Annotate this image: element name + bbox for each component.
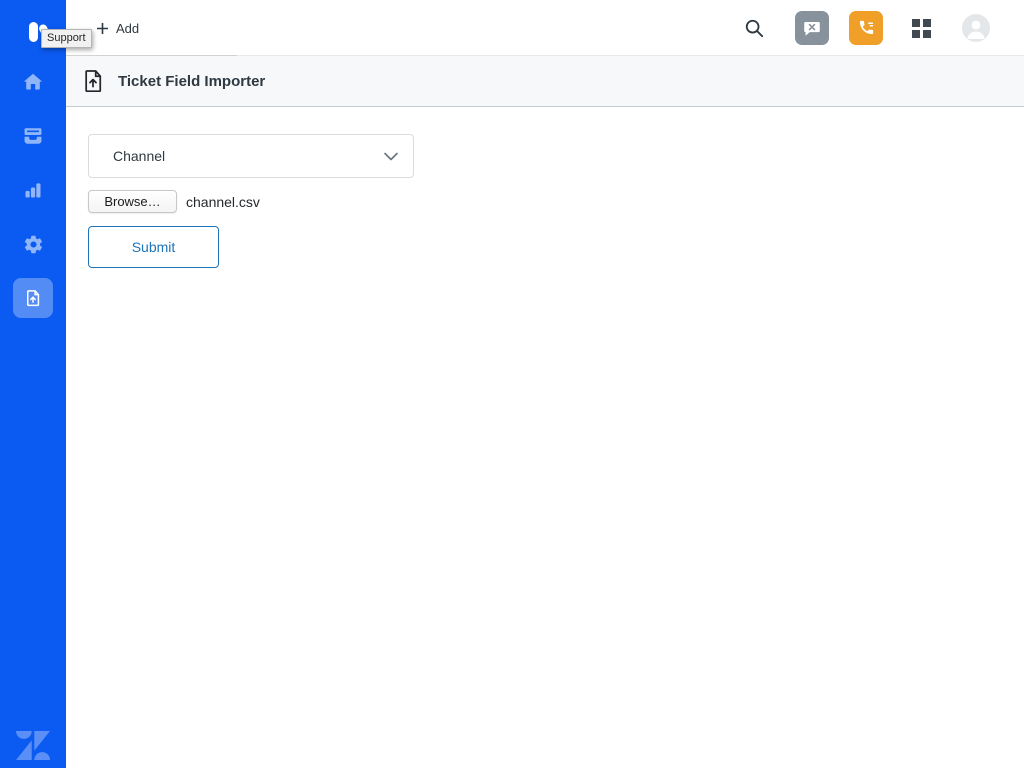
topbar: Add (66, 0, 1024, 56)
home-icon (22, 71, 44, 93)
browse-button[interactable]: Browse… (88, 190, 177, 213)
sidebar-nav (0, 60, 66, 330)
sidebar (0, 0, 66, 768)
support-tooltip-label: Support (47, 32, 86, 44)
sidebar-item-reporting[interactable] (11, 168, 55, 212)
add-tab-label: Add (116, 21, 139, 36)
sidebar-item-views[interactable] (11, 114, 55, 158)
submit-button[interactable]: Submit (88, 226, 219, 268)
page-title: Ticket Field Importer (118, 73, 265, 90)
support-tooltip: Support (41, 29, 92, 48)
file-upload-icon (23, 288, 43, 308)
products-grid-button[interactable] (912, 19, 931, 38)
views-icon (22, 125, 44, 147)
selected-file-name: channel.csv (186, 194, 260, 210)
avatar-icon (962, 14, 990, 42)
topbar-actions (744, 0, 990, 56)
chat-offline-icon (801, 17, 823, 39)
page-header: Ticket Field Importer (66, 56, 1024, 107)
user-avatar-button[interactable] (962, 14, 990, 42)
chat-app-button[interactable] (795, 11, 829, 45)
file-input-row: Browse… channel.csv (88, 190, 1024, 213)
talk-app-button[interactable] (849, 11, 883, 45)
sidebar-item-ticket-field-importer[interactable] (13, 278, 53, 318)
phone-icon (856, 18, 876, 38)
products-grid-icon (912, 19, 931, 38)
main-content: Channel Browse… channel.csv Submit (66, 108, 1024, 268)
sidebar-item-admin[interactable] (11, 222, 55, 266)
add-tab-button[interactable]: Add (96, 17, 139, 39)
channel-select[interactable]: Channel (88, 134, 414, 178)
plus-icon (96, 22, 109, 35)
file-upload-icon (80, 68, 106, 94)
channel-select-value: Channel (113, 148, 165, 164)
zendesk-logo (16, 731, 50, 757)
sidebar-item-home[interactable] (11, 60, 55, 104)
chevron-down-icon (384, 152, 398, 161)
gear-icon (23, 234, 44, 255)
bar-chart-icon (23, 180, 43, 200)
search-icon (744, 18, 764, 38)
search-button[interactable] (744, 18, 764, 38)
